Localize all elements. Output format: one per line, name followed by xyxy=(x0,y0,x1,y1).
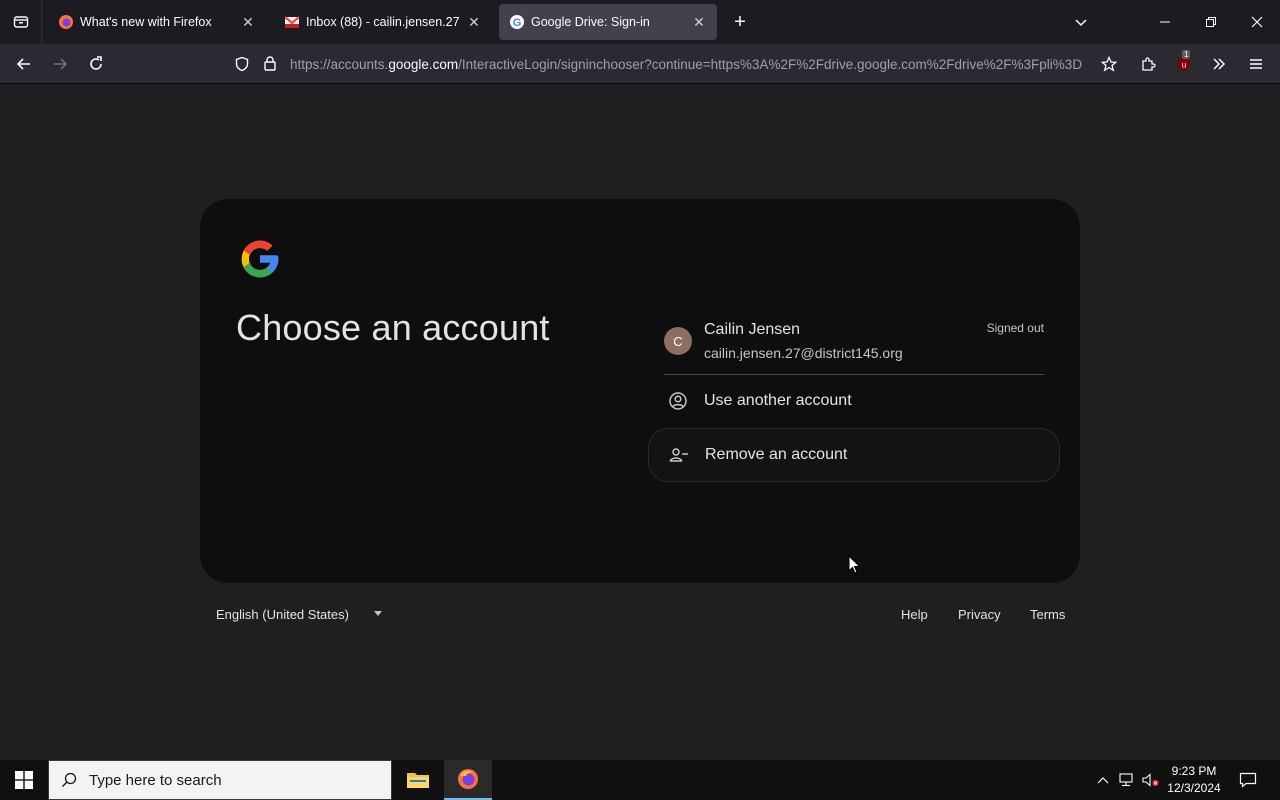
account-name: Cailin Jensen xyxy=(704,321,801,338)
close-tab-icon[interactable]: ✕ xyxy=(466,14,482,30)
help-link[interactable]: Help xyxy=(901,607,928,622)
url-prefix: https://accounts. xyxy=(290,56,389,72)
remove-account-label: Remove an account xyxy=(705,446,848,463)
taskbar-search-box[interactable]: Type here to search xyxy=(48,760,392,800)
show-hidden-icons-button[interactable] xyxy=(1094,760,1112,800)
star-icon xyxy=(1101,56,1117,72)
volume-button[interactable] xyxy=(1140,760,1162,800)
restore-button[interactable] xyxy=(1188,0,1234,44)
ublock-extension-button[interactable]: u 1 xyxy=(1170,50,1198,78)
bookmark-button[interactable] xyxy=(1095,50,1123,78)
tab-whats-new[interactable]: What's new with Firefox ✕ xyxy=(48,4,266,40)
chevron-down-icon xyxy=(1075,19,1087,27)
file-explorer-button[interactable] xyxy=(394,760,442,800)
search-placeholder: Type here to search xyxy=(89,771,222,789)
close-icon xyxy=(1251,16,1263,28)
clock-date: 12/3/2024 xyxy=(1167,781,1221,795)
forward-button[interactable] xyxy=(46,50,74,78)
list-all-tabs-button[interactable] xyxy=(1058,0,1104,44)
tab-title: Inbox (88) - cailin.jensen.27@d xyxy=(306,15,460,29)
extensions-button[interactable] xyxy=(1134,50,1162,78)
caret-down-icon[interactable] xyxy=(374,611,382,616)
new-tab-button[interactable]: + xyxy=(728,10,752,34)
volume-muted-icon xyxy=(1142,773,1159,787)
language-selector[interactable]: English (United States) xyxy=(216,607,349,622)
account-email: cailin.jensen.27@district145.org xyxy=(704,345,903,361)
account-status: Signed out xyxy=(986,321,1044,335)
shield-icon[interactable] xyxy=(234,56,250,72)
notification-icon xyxy=(1239,772,1257,788)
close-tab-icon[interactable]: ✕ xyxy=(240,14,256,30)
firefox-favicon-icon xyxy=(59,15,73,29)
signin-card: Choose an account C Cailin Jensen cailin… xyxy=(200,199,1080,583)
tab-title: What's new with Firefox xyxy=(80,15,212,29)
use-another-account-button[interactable]: Use another account xyxy=(648,375,1060,427)
close-window-button[interactable] xyxy=(1234,0,1280,44)
firefox-icon xyxy=(458,769,478,789)
more-tools-button[interactable] xyxy=(1205,50,1233,78)
windows-logo-icon xyxy=(15,771,33,789)
close-tab-icon[interactable]: ✕ xyxy=(691,14,707,30)
taskbar-clock[interactable]: 9:23 PM 12/3/2024 xyxy=(1162,763,1226,797)
action-center-button[interactable] xyxy=(1232,760,1264,800)
clock-time: 9:23 PM xyxy=(1171,764,1217,778)
tab-inbox[interactable]: Inbox (88) - cailin.jensen.27@d ✕ xyxy=(274,4,492,40)
back-button[interactable] xyxy=(10,50,38,78)
tab-strip: What's new with Firefox ✕ Inbox (88) - c… xyxy=(0,0,1280,44)
hamburger-menu-icon xyxy=(1250,59,1262,69)
gmail-favicon-icon xyxy=(284,16,300,28)
start-button[interactable] xyxy=(0,760,48,800)
firefox-taskbar-button[interactable] xyxy=(444,760,492,800)
lock-icon[interactable] xyxy=(262,55,278,71)
app-menu-button[interactable] xyxy=(1242,50,1270,78)
network-icon xyxy=(1119,773,1133,787)
restore-icon xyxy=(1206,17,1216,27)
remove-account-button[interactable]: Remove an account xyxy=(648,428,1060,482)
avatar: C xyxy=(664,327,692,355)
reload-icon xyxy=(90,56,102,70)
url-text[interactable]: https://accounts.google.com/InteractiveL… xyxy=(290,57,1090,72)
google-logo-icon xyxy=(241,240,279,278)
privacy-link[interactable]: Privacy xyxy=(958,607,1001,622)
google-favicon-icon: G xyxy=(510,15,524,29)
account-item[interactable]: C Cailin Jensen cailin.jensen.27@distric… xyxy=(664,317,1044,375)
firefox-view-button[interactable] xyxy=(0,0,42,44)
firefox-view-icon xyxy=(13,16,28,28)
network-button[interactable] xyxy=(1116,760,1136,800)
minimize-button[interactable] xyxy=(1142,0,1188,44)
account-circle-icon xyxy=(668,391,688,411)
tab-google-drive[interactable]: G Google Drive: Sign-in ✕ xyxy=(499,4,717,40)
search-icon xyxy=(62,772,77,787)
use-another-account-label: Use another account xyxy=(704,392,852,409)
page-title: Choose an account xyxy=(236,307,550,348)
puzzle-icon xyxy=(1142,57,1156,71)
extension-badge: 1 xyxy=(1182,50,1191,59)
page-content: Choose an account C Cailin Jensen cailin… xyxy=(0,85,1280,760)
arrow-right-icon xyxy=(54,58,68,70)
reload-button[interactable] xyxy=(82,50,110,78)
address-bar[interactable]: https://accounts.google.com/InteractiveL… xyxy=(228,49,1126,79)
minimize-icon xyxy=(1160,21,1170,23)
folder-icon xyxy=(407,773,429,788)
navigation-toolbar: https://accounts.google.com/InteractiveL… xyxy=(0,44,1280,84)
svg-text:G: G xyxy=(513,17,522,29)
tab-title: Google Drive: Sign-in xyxy=(531,15,650,29)
person-remove-icon xyxy=(669,445,689,465)
terms-link[interactable]: Terms xyxy=(1030,607,1065,622)
url-path: /InteractiveLogin/signinchooser?continue… xyxy=(458,56,1083,72)
arrow-left-icon xyxy=(16,58,30,70)
svg-text:u: u xyxy=(1182,61,1186,70)
url-domain: google.com xyxy=(388,56,459,72)
windows-taskbar: Type here to search 9:23 PM 12/3/2024 xyxy=(0,760,1280,800)
double-chevron-right-icon xyxy=(1213,58,1226,70)
mouse-pointer-icon xyxy=(848,555,861,574)
page-footer: English (United States) Help Privacy Ter… xyxy=(216,607,1065,627)
chevron-up-icon xyxy=(1097,777,1109,784)
